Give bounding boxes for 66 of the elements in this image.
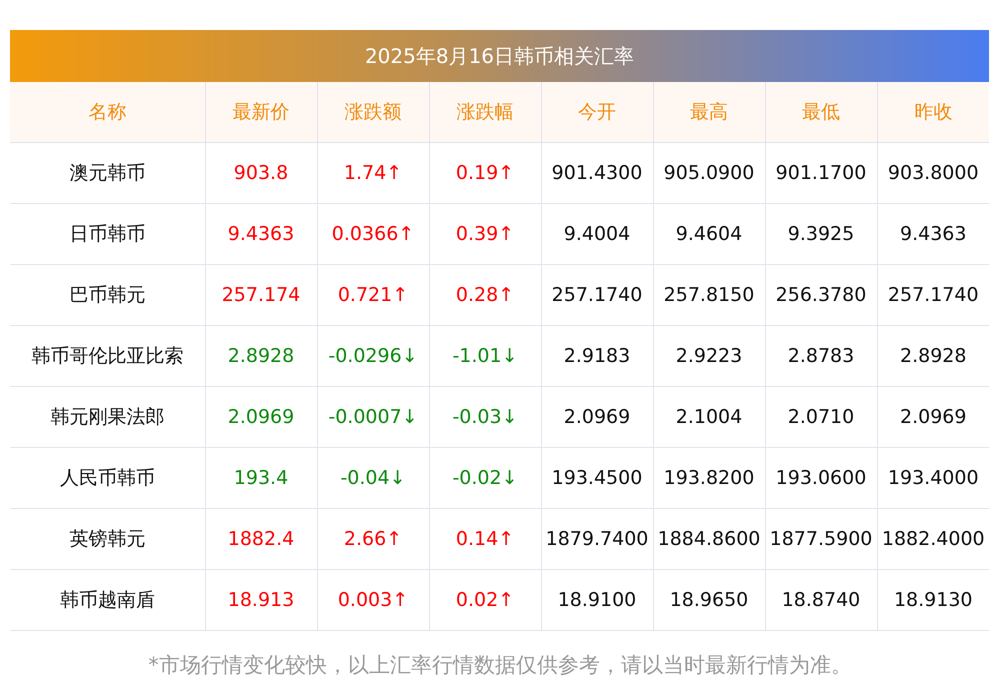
table-cell: -0.0296↓ (317, 326, 429, 386)
table-cell: 1.74↑ (317, 142, 429, 204)
table-cell: 2.9223 (653, 326, 765, 386)
table-cell: 257.8150 (653, 264, 765, 326)
column-header: 名称 (10, 82, 205, 142)
table-cell: 18.8740 (765, 570, 877, 630)
table-cell: 韩币哥伦比亚比索 (10, 326, 205, 386)
table-cell: 257.1740 (541, 264, 653, 326)
table-cell: 193.4500 (541, 448, 653, 508)
table-cell: 2.8928 (205, 326, 317, 386)
table-cell: 2.0969 (541, 386, 653, 448)
table-cell: -0.02↓ (429, 448, 541, 508)
table-cell: 0.19↑ (429, 142, 541, 204)
column-header: 最高 (653, 82, 765, 142)
table-cell: 2.9183 (541, 326, 653, 386)
column-header: 涨跌额 (317, 82, 429, 142)
table-cell: 1879.7400 (541, 508, 653, 570)
table-cell: 9.4604 (653, 204, 765, 264)
table-cell: 1884.8600 (653, 508, 765, 570)
table-cell: 9.4363 (205, 204, 317, 264)
table-cell: 905.0900 (653, 142, 765, 204)
table-cell: 193.8200 (653, 448, 765, 508)
table-cell: 0.39↑ (429, 204, 541, 264)
table-cell: 韩元刚果法郎 (10, 386, 205, 448)
table-cell: 巴币韩元 (10, 264, 205, 326)
table-cell: 人民币韩币 (10, 448, 205, 508)
column-header: 最新价 (205, 82, 317, 142)
table-title: 2025年8月16日韩币相关汇率 (10, 30, 989, 82)
table-cell: 1882.4 (205, 508, 317, 570)
table-cell: 0.14↑ (429, 508, 541, 570)
table-cell: 901.4300 (541, 142, 653, 204)
table-cell: 18.9650 (653, 570, 765, 630)
table-cell: 英镑韩元 (10, 508, 205, 570)
table-cell: 0.28↑ (429, 264, 541, 326)
table-cell: -0.0007↓ (317, 386, 429, 448)
column-header: 最低 (765, 82, 877, 142)
table-cell: 193.4 (205, 448, 317, 508)
table-cell: 9.3925 (765, 204, 877, 264)
table-cell: 2.1004 (653, 386, 765, 448)
table-cell: 0.721↑ (317, 264, 429, 326)
table-cell: 澳元韩币 (10, 142, 205, 204)
table-cell: -0.03↓ (429, 386, 541, 448)
table-cell: 2.8783 (765, 326, 877, 386)
table-cell: 903.8 (205, 142, 317, 204)
table-cell: 193.0600 (765, 448, 877, 508)
column-header: 昨收 (877, 82, 989, 142)
table-cell: 0.003↑ (317, 570, 429, 630)
table-cell: 0.0366↑ (317, 204, 429, 264)
column-header: 今开 (541, 82, 653, 142)
table-cell: 0.02↑ (429, 570, 541, 630)
column-header: 涨跌幅 (429, 82, 541, 142)
table-cell: 2.0710 (765, 386, 877, 448)
table-cell: 1877.5900 (765, 508, 877, 570)
table-cell: 2.0969 (205, 386, 317, 448)
table-cell: -0.04↓ (317, 448, 429, 508)
table-cell: 18.9100 (541, 570, 653, 630)
table-cell: -1.01↓ (429, 326, 541, 386)
table-cell: 2.66↑ (317, 508, 429, 570)
table-cell: 18.913 (205, 570, 317, 630)
table-cell: 257.174 (205, 264, 317, 326)
table-cell: 9.4004 (541, 204, 653, 264)
table-cell: 日币韩币 (10, 204, 205, 264)
footnote: *市场行情变化较快，以上汇率行情数据仅供参考，请以当时最新行情为准。 (148, 653, 852, 677)
table-cell: 256.3780 (765, 264, 877, 326)
table-cell: 韩币越南盾 (10, 570, 205, 630)
table-cell: 901.1700 (765, 142, 877, 204)
